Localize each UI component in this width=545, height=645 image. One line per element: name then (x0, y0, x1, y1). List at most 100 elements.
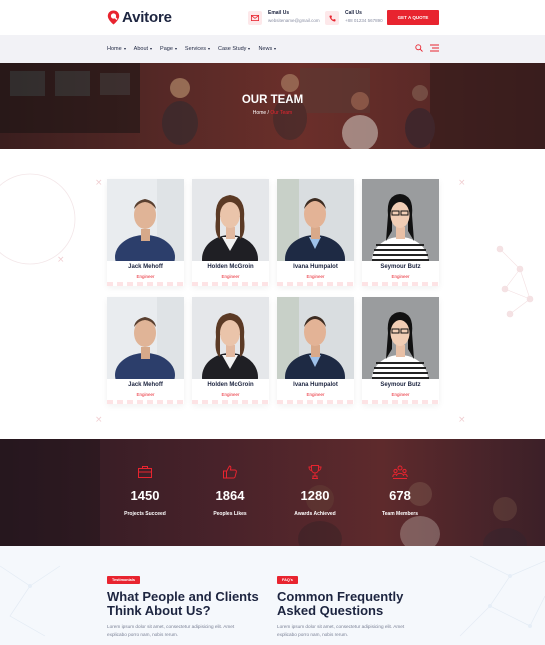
chevron-down-icon (123, 48, 126, 50)
top-bar: Avitore Email Us websitename@gmail.com C… (0, 0, 545, 35)
stat-label: Team Members (381, 511, 419, 517)
nav-item-services[interactable]: Services (185, 46, 210, 52)
testimonials-text: Lorem ipsum dolor sit amet, consectetur … (107, 623, 257, 639)
team-photo (107, 179, 184, 261)
card-strip (107, 400, 184, 404)
main-nav: Home About Page Services Case Study News (0, 35, 545, 63)
svg-text:×: × (458, 415, 466, 425)
team-card[interactable]: Seymour Butz Engineer (362, 179, 439, 286)
faq-title-line: Asked Questions (277, 603, 384, 618)
get-quote-button[interactable]: GET A QUOTE (387, 10, 439, 25)
nav-item-page[interactable]: Page (160, 46, 177, 52)
testimonials-text-line: Lorem ipsum dolor sit amet, consectetur … (107, 624, 235, 629)
email-value[interactable]: websitename@gmail.com (268, 17, 320, 25)
nav-item-about[interactable]: About (134, 46, 153, 52)
breadcrumb-separator: / (267, 110, 269, 116)
email-label: Email Us (268, 10, 290, 16)
menu-icon[interactable] (430, 44, 439, 52)
chevron-down-icon (174, 48, 177, 50)
team-member-role: Engineer (306, 274, 325, 279)
nav-label: News (258, 46, 273, 52)
testimonials-title-line: Think About Us? (107, 603, 211, 618)
nav-item-case-study[interactable]: Case Study (218, 46, 251, 52)
card-strip (107, 282, 184, 286)
stat-label: Awards Achieved (294, 511, 336, 517)
faq-tag: FAQ's (277, 576, 298, 584)
logo[interactable]: Avitore (107, 9, 172, 26)
svg-text:×: × (95, 178, 103, 188)
logo-pin-icon (107, 10, 120, 25)
team-section: × × × × × Jack Mehoff Engineer Holden Mc… (0, 149, 545, 439)
team-photo (192, 297, 269, 379)
card-strip (192, 282, 269, 286)
faq-title-line: Common Frequently (277, 589, 404, 604)
thumbs-up-icon (223, 465, 237, 479)
testimonials-faq-section: Testimonials What People and Clients Thi… (0, 546, 545, 645)
card-strip (362, 400, 439, 404)
nav-label: Page (160, 46, 173, 52)
team-card[interactable]: Holden McGroin Engineer (192, 297, 269, 404)
chevron-down-icon (274, 48, 277, 50)
svg-text:×: × (458, 178, 466, 188)
team-card[interactable]: Jack Mehoff Engineer (107, 179, 184, 286)
search-icon[interactable] (415, 44, 423, 52)
email-icon (248, 11, 262, 25)
team-card[interactable]: Ivana Humpalot Engineer (277, 297, 354, 404)
team-member-name: Ivana Humpalot (293, 264, 338, 270)
testimonials-title-line: What People and Clients (107, 589, 259, 604)
faq-text-line: Lorem ipsum dolor sit amet, consectetur … (277, 624, 405, 629)
faq-text-line: explicabo porro nam, nobis rerum. (277, 632, 349, 637)
chevron-down-icon (248, 48, 251, 50)
stat-label: Peoples Likes (213, 511, 247, 517)
chevron-down-icon (208, 48, 210, 50)
map-pattern-decoration: × × × × × (0, 173, 534, 425)
nav-label: Services (184, 46, 206, 52)
nav-item-news[interactable]: News (258, 46, 277, 52)
stat-value: 1450 (130, 488, 160, 503)
stat-label: Projects Succeed (124, 511, 166, 517)
team-card[interactable]: Jack Mehoff Engineer (107, 297, 184, 404)
stats-section: 1450 Projects Succeed 1864 Peoples Likes… (0, 439, 545, 546)
phone-label: Call Us (345, 10, 362, 16)
team-photo (277, 179, 354, 261)
team-member-role: Engineer (221, 392, 240, 397)
team-member-name: Holden McGroin (207, 382, 254, 388)
nav-label: Case Study (218, 46, 247, 52)
phone-contact[interactable]: Call Us +88 01234 567890 (325, 10, 383, 25)
faq-title: Common Frequently Asked Questions (277, 590, 403, 618)
team-card[interactable]: Holden McGroin Engineer (192, 179, 269, 286)
team-card[interactable]: Seymour Butz Engineer (362, 297, 439, 404)
team-member-name: Ivana Humpalot (293, 382, 338, 388)
stat-value: 1864 (215, 488, 245, 503)
faq-text: Lorem ipsum dolor sit amet, consectetur … (277, 623, 427, 639)
trophy-icon (308, 465, 322, 479)
team-member-name: Jack Mehoff (128, 382, 163, 388)
email-contact[interactable]: Email Us websitename@gmail.com (248, 10, 320, 25)
team-card[interactable]: Ivana Humpalot Engineer (277, 179, 354, 286)
team-member-name: Holden McGroin (207, 264, 254, 270)
team-photo (362, 297, 439, 379)
stat-value: 678 (389, 488, 411, 503)
team-member-name: Seymour Butz (380, 382, 421, 388)
phone-value[interactable]: +88 01234 567890 (345, 17, 383, 25)
card-strip (192, 400, 269, 404)
svg-text:×: × (95, 415, 103, 425)
breadcrumb-home[interactable]: Home (253, 110, 266, 116)
phone-icon (325, 11, 339, 25)
team-member-name: Jack Mehoff (128, 264, 163, 270)
team-member-role: Engineer (136, 392, 155, 397)
team-icon (392, 465, 408, 479)
team-member-role: Engineer (391, 392, 410, 397)
team-member-role: Engineer (136, 274, 155, 279)
page-title: OUR TEAM (241, 94, 304, 106)
team-photo (107, 297, 184, 379)
team-member-role: Engineer (391, 274, 410, 279)
chevron-down-icon (150, 48, 153, 50)
nav-item-home[interactable]: Home (107, 46, 126, 52)
team-member-role: Engineer (221, 274, 240, 279)
testimonials-title: What People and Clients Think About Us? (107, 590, 259, 618)
svg-text:×: × (57, 255, 65, 265)
page-banner: OUR TEAM Home / Our Team (0, 63, 545, 149)
testimonials-text-line: explicabo porro nam, nobis rerum. (107, 632, 179, 637)
team-member-name: Seymour Butz (380, 264, 421, 270)
